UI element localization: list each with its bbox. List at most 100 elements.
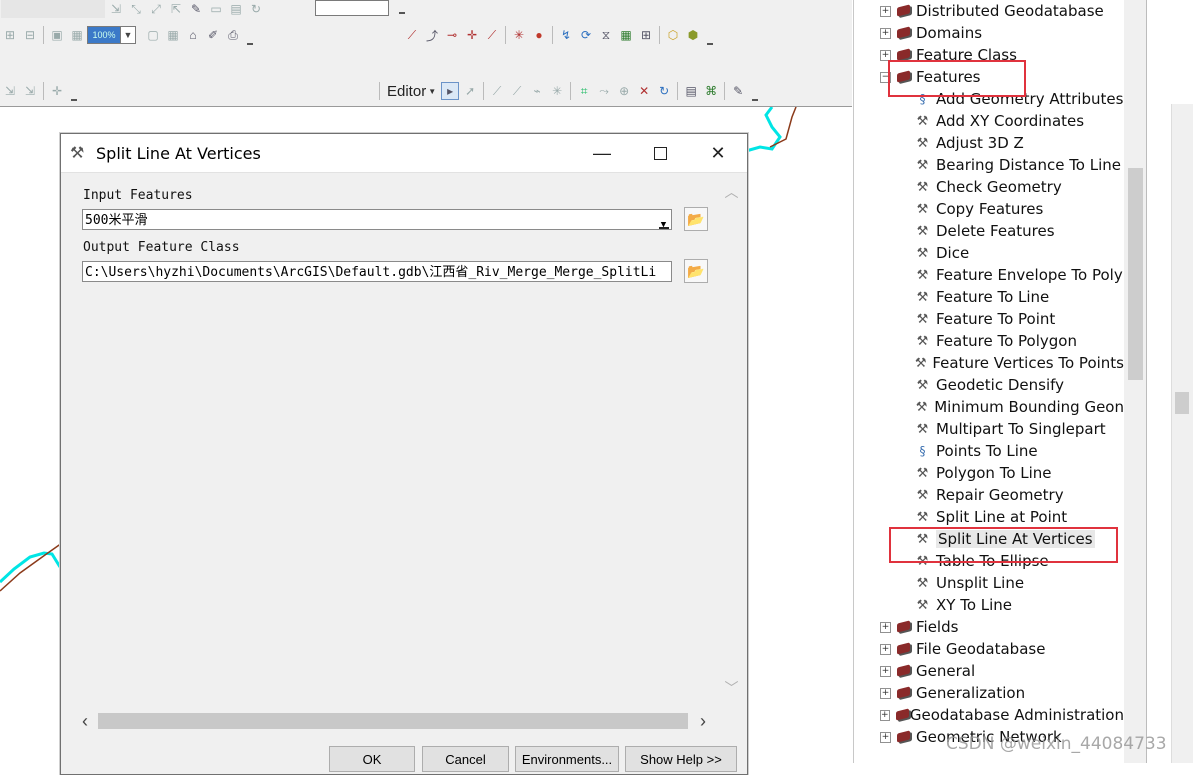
- tool-node[interactable]: ⚒ Delete Features: [854, 220, 1124, 242]
- explode-icon[interactable]: ✳: [510, 26, 528, 44]
- select-tool-icon[interactable]: ⇲: [107, 0, 125, 18]
- expand-icon[interactable]: +: [880, 643, 891, 655]
- zoom-combo[interactable]: 100%: [87, 26, 121, 44]
- endpoint-arc-icon[interactable]: ⟋: [508, 82, 526, 100]
- scroll-up-icon[interactable]: ︿: [723, 184, 740, 201]
- expand-icon[interactable]: +: [880, 27, 891, 39]
- expand-icon[interactable]: +: [880, 665, 891, 677]
- split-edge-icon[interactable]: ⊸: [443, 26, 461, 44]
- expand-icon[interactable]: +: [880, 709, 890, 721]
- vertex-icon[interactable]: ✛: [463, 26, 481, 44]
- ok-button[interactable]: OK: [329, 746, 415, 772]
- tool-node[interactable]: ⚒ Feature To Line: [854, 286, 1124, 308]
- chevron-down-icon[interactable]: ▼: [658, 215, 669, 229]
- sketch-properties-icon[interactable]: ⌘: [702, 82, 720, 100]
- input-browse-button[interactable]: 📂: [684, 207, 708, 231]
- tool-node[interactable]: ⚒ Unsplit Line: [854, 572, 1124, 594]
- expand-icon[interactable]: +: [880, 49, 891, 61]
- layout-view-icon[interactable]: ⌂: [184, 26, 202, 44]
- tool-node[interactable]: ⚒ XY To Line: [854, 594, 1124, 616]
- tool-node[interactable]: ⚒ Polygon To Line: [854, 462, 1124, 484]
- create-features-icon[interactable]: ✎: [729, 82, 747, 100]
- tool-node[interactable]: ⚒ Feature To Point: [854, 308, 1124, 330]
- toolbar-grip[interactable]: [752, 93, 759, 101]
- tree-scrollbar-thumb[interactable]: [1128, 168, 1143, 380]
- tool-node[interactable]: ⚒ Minimum Bounding Geon: [854, 396, 1124, 418]
- toolset-node[interactable]: + Domains: [854, 22, 1124, 44]
- select-features-icon[interactable]: ⇲: [21, 82, 39, 100]
- edit-tool-icon[interactable]: ▸: [441, 82, 460, 100]
- dialog-titlebar[interactable]: ⚒ Split Line At Vertices — ✕: [61, 134, 747, 173]
- globe-icon[interactable]: ●: [530, 26, 548, 44]
- print-icon[interactable]: ⎙: [224, 26, 242, 44]
- line-icon[interactable]: ⟋: [483, 26, 501, 44]
- tool-node[interactable]: ⚒ Feature Vertices To Points: [854, 352, 1124, 374]
- horizontal-scrollbar-thumb[interactable]: [98, 713, 688, 729]
- tool-node[interactable]: ⚒ Dice: [854, 242, 1124, 264]
- generalize-icon[interactable]: ⊞: [637, 26, 655, 44]
- output-browse-button[interactable]: 📂: [684, 259, 708, 283]
- tool-node[interactable]: ⚒ Split Line at Point: [854, 506, 1124, 528]
- toolbar-grip[interactable]: [71, 93, 77, 101]
- zoom-combo-arrow-icon[interactable]: ▼: [121, 26, 136, 44]
- pen-tool-icon[interactable]: ✎: [187, 0, 205, 18]
- scroll-down-icon[interactable]: ﹀: [723, 680, 740, 697]
- scroll-left-icon[interactable]: ‹: [76, 711, 94, 731]
- page-icon[interactable]: ▣: [48, 26, 66, 44]
- environments-button[interactable]: Environments...: [515, 746, 619, 772]
- toolset-node[interactable]: + General: [854, 660, 1124, 682]
- refresh-topology-icon[interactable]: ⟳: [577, 26, 595, 44]
- polygon-icon[interactable]: ⬡: [664, 26, 682, 44]
- tool-node[interactable]: ⚒ Check Geometry: [854, 176, 1124, 198]
- cancel-button[interactable]: Cancel: [422, 746, 509, 772]
- scroll-right-icon[interactable]: ›: [694, 711, 712, 731]
- toolbar-grip[interactable]: [247, 37, 253, 45]
- tree-scrollbar[interactable]: [1124, 0, 1146, 763]
- reshape-icon[interactable]: ⤳: [595, 82, 613, 100]
- toolset-node[interactable]: + File Geodatabase: [854, 638, 1124, 660]
- tool-node[interactable]: ⚒ Bearing Distance To Line: [854, 154, 1124, 176]
- attributes-icon[interactable]: ▤: [682, 82, 700, 100]
- right-scrollbar-thumb[interactable]: [1175, 392, 1189, 414]
- straight-segment-icon[interactable]: ⟋: [488, 82, 506, 100]
- page-layout-icon[interactable]: ▢: [144, 26, 162, 44]
- right-scrollbar[interactable]: [1171, 104, 1193, 763]
- dialog-vertical-scrollbar[interactable]: ︿ ﹀: [723, 184, 740, 702]
- label-tool-icon[interactable]: ▭: [207, 0, 225, 18]
- grid-edit-icon[interactable]: ▦: [617, 26, 635, 44]
- shape-icon[interactable]: ⬢: [684, 26, 702, 44]
- grid-icon[interactable]: ▦: [164, 26, 182, 44]
- expand-icon[interactable]: +: [880, 621, 891, 633]
- map-scale-input[interactable]: [315, 0, 389, 16]
- topology-edit-icon[interactable]: ⟋: [403, 26, 421, 44]
- tool-node[interactable]: ⚒ Multipart To Singlepart: [854, 418, 1124, 440]
- tool-node[interactable]: ⚒ Copy Features: [854, 198, 1124, 220]
- rotate-tool-icon[interactable]: ↻: [655, 82, 673, 100]
- cut-polygons-icon[interactable]: ⊕: [615, 82, 633, 100]
- toolset-node[interactable]: + Generalization: [854, 682, 1124, 704]
- zoom-out-fixed-icon[interactable]: ⊟: [21, 26, 39, 44]
- rotate-tool-icon[interactable]: ⤡: [127, 0, 145, 18]
- toolbar-grip[interactable]: [399, 6, 405, 14]
- show-help-button[interactable]: Show Help >>: [625, 746, 737, 772]
- trace-icon[interactable]: ⌁: [528, 82, 546, 100]
- edit-vertices-icon[interactable]: ⌗: [575, 82, 593, 100]
- tool-node[interactable]: ⚒ Repair Geometry: [854, 484, 1124, 506]
- tool-node[interactable]: ⚒ Geodetic Densify: [854, 374, 1124, 396]
- editor-dropdown-icon[interactable]: ▼: [428, 87, 436, 96]
- modify-edge-icon[interactable]: ⤴: [423, 26, 441, 44]
- expand-icon[interactable]: +: [880, 5, 891, 17]
- output-class-field[interactable]: C:\Users\hyzhi\Documents\ArcGIS\Default.…: [82, 261, 672, 282]
- resize-tool-icon[interactable]: ⇱: [167, 0, 185, 18]
- editor-menu[interactable]: Editor: [383, 83, 428, 100]
- toolset-node[interactable]: + Geodatabase Administration: [854, 704, 1124, 726]
- tool-node[interactable]: ⚒ Feature To Polygon: [854, 330, 1124, 352]
- tool-node[interactable]: ⚒ Feature Envelope To Poly: [854, 264, 1124, 286]
- refresh-icon[interactable]: ↻: [247, 0, 265, 18]
- page-width-icon[interactable]: ▦: [68, 26, 86, 44]
- tool-node[interactable]: § Points To Line: [854, 440, 1124, 462]
- expand-icon[interactable]: +: [880, 687, 891, 699]
- toolset-node[interactable]: + Fields: [854, 616, 1124, 638]
- maximize-button[interactable]: [631, 134, 689, 172]
- move-tool-icon[interactable]: ⤢: [147, 0, 165, 18]
